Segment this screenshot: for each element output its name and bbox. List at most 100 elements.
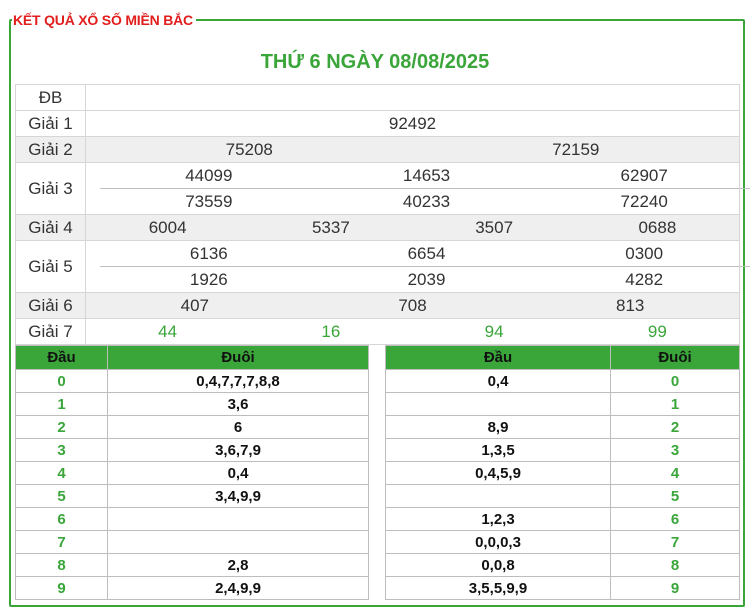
tail-digit: 4 xyxy=(610,461,740,485)
prize-number: 94 xyxy=(484,322,504,341)
results-table: ĐB Giải 1 92492 Giải 2 75208 72159 Giải 3 44099… xyxy=(15,84,750,345)
prize-label: Giải 1 xyxy=(15,110,86,137)
prize-label: Giải 2 xyxy=(15,136,86,163)
prize-label: Giải 6 xyxy=(15,292,86,319)
prize-number: 0688 xyxy=(638,218,677,237)
loto-row: 6 xyxy=(15,507,369,531)
prize-values: 6004 5337 3507 0688 xyxy=(85,214,740,241)
head-digit: 8 xyxy=(15,553,108,577)
prize-number: 40233 xyxy=(402,192,451,211)
loto-row: 0,0,0,3 7 xyxy=(385,530,740,554)
loto-row: 26 xyxy=(15,415,369,439)
tail-digits: 3,6,7,9 xyxy=(107,438,369,462)
head-digits xyxy=(385,484,611,508)
prize-number: 5337 xyxy=(311,218,350,237)
loto-row: 8 2,8 xyxy=(15,553,369,577)
prize-row: Giải 6 407 708 813 xyxy=(15,292,740,319)
tail-digit: 8 xyxy=(610,553,740,577)
section-legend: KẾT QUẢ XỔ SỐ MIỀN BẮC xyxy=(12,11,196,29)
prize-values: 44 16 94 99 xyxy=(85,318,740,345)
prize-line: 92492 xyxy=(86,111,739,136)
head-digit: 0 xyxy=(15,369,108,393)
col-header-dau: Đầu xyxy=(385,345,611,370)
prize-row: Giải 3 44099 14653 62907 73559 40233 72240 xyxy=(15,162,750,215)
head-digit: 7 xyxy=(15,530,108,554)
loto-head-table: Đầu Đuôi 0 0,4,7,7,7,8,8 1 3,6 2 6 3 3,6,7,9 4 0,… xyxy=(15,345,369,600)
tail-digit: 7 xyxy=(610,530,740,554)
prize-number: 72159 xyxy=(552,140,600,159)
prize-number: 16 xyxy=(321,322,341,341)
loto-row: 3 3,6,7,9 xyxy=(15,438,369,462)
head-digit: 4 xyxy=(15,461,108,485)
head-digit: 9 xyxy=(15,576,108,600)
date-title: THỨ 6 NGÀY 08/08/2025 xyxy=(260,51,490,73)
prize-number: 72240 xyxy=(620,192,668,211)
prize-number: 6654 xyxy=(407,244,446,263)
prize-number: 14653 xyxy=(402,166,451,185)
head-digits: 8,9 xyxy=(385,415,611,439)
tail-digits xyxy=(107,530,369,554)
tail-digit: 1 xyxy=(610,392,740,416)
tail-digits xyxy=(107,507,369,531)
head-digits xyxy=(385,392,611,416)
loto-row: 5 3,4,9,9 xyxy=(15,484,369,508)
prize-line: 73559 40233 72240 xyxy=(100,188,750,214)
prize-number: 6004 xyxy=(148,218,187,237)
prize-number: 99 xyxy=(647,322,667,341)
tail-digit: 3 xyxy=(610,438,740,462)
loto-row: 1 3,6 xyxy=(15,392,369,416)
prize-number: 75208 xyxy=(225,140,273,159)
prize-label: Giải 5 xyxy=(15,240,86,293)
col-header-duoi: Đuôi xyxy=(107,345,369,370)
prize-number: 407 xyxy=(180,296,210,315)
loto-row: 0 0,4,7,7,7,8,8 xyxy=(15,369,369,393)
tail-digit: 9 xyxy=(610,576,740,600)
prize-number: 708 xyxy=(398,296,427,315)
prize-values xyxy=(85,84,740,111)
head-digit: 1 xyxy=(15,392,108,416)
prize-number: 0300 xyxy=(625,244,664,263)
loto-row: 1,2,3 6 xyxy=(385,507,740,531)
loto-row: 5 xyxy=(385,484,740,508)
tail-digits: 0,4 xyxy=(107,461,369,485)
prize-number: 6136 xyxy=(189,244,228,263)
head-digit: 5 xyxy=(15,484,108,508)
loto-row: 0,4 0 xyxy=(385,369,740,393)
prize-line: 44099 14653 62907 xyxy=(100,163,750,188)
prize-row: Giải 5 6136 6654 0300 1926 2039 4282 xyxy=(15,240,750,293)
tail-digits: 3,4,9,9 xyxy=(107,484,369,508)
tail-digit: 6 xyxy=(610,507,740,531)
tail-digits: 0,4,7,7,7,8,8 xyxy=(107,369,369,393)
prize-row: Giải 4 6004 5337 3507 0688 xyxy=(15,214,740,241)
head-digits: 0,4 xyxy=(385,369,611,393)
loto-tail-table: Đầu Đuôi 0,4 0 1 8,9 2 1,3,5 3 0,4,5,9 4 5 1,2,3 6 0… xyxy=(385,345,740,600)
prize-row: Giải 7 44 16 94 99 xyxy=(15,318,740,345)
loto-row: 4 0,4 xyxy=(15,461,369,485)
loto-row: 7 xyxy=(15,530,369,554)
head-digit: 6 xyxy=(15,507,108,531)
loto-row: 8,9 2 xyxy=(385,415,740,439)
head-digits: 0,4,5,9 xyxy=(385,461,611,485)
prize-line: 44 16 94 99 xyxy=(86,319,739,344)
prize-number: 92492 xyxy=(388,114,437,133)
loto-row: 0,0,8 8 xyxy=(385,553,740,577)
col-header-dau: Đầu xyxy=(15,345,108,370)
loto-row: 9 2,4,9,9 xyxy=(15,576,369,600)
prize-number: 44 xyxy=(158,322,178,341)
tail-digits: 2,4,9,9 xyxy=(107,576,369,600)
tail-digits: 2,8 xyxy=(107,553,369,577)
head-digit: 2 xyxy=(15,415,108,439)
head-digits: 1,3,5 xyxy=(385,438,611,462)
prize-values: 92492 xyxy=(85,110,740,137)
prize-line: 407 708 813 xyxy=(86,293,739,318)
tail-digit: 5 xyxy=(610,484,740,508)
prize-label: Giải 4 xyxy=(15,214,86,241)
prize-values: 44099 14653 62907 73559 40233 72240 xyxy=(85,162,750,215)
head-digits: 0,0,0,3 xyxy=(385,530,611,554)
prize-values: 6136 6654 0300 1926 2039 4282 xyxy=(85,240,750,293)
head-digits: 3,5,5,9,9 xyxy=(385,576,611,600)
prize-label: Giải 3 xyxy=(15,162,86,215)
prize-number: 4282 xyxy=(625,270,664,289)
prize-row: Giải 2 75208 72159 xyxy=(15,136,740,163)
prize-row: ĐB xyxy=(15,84,740,111)
